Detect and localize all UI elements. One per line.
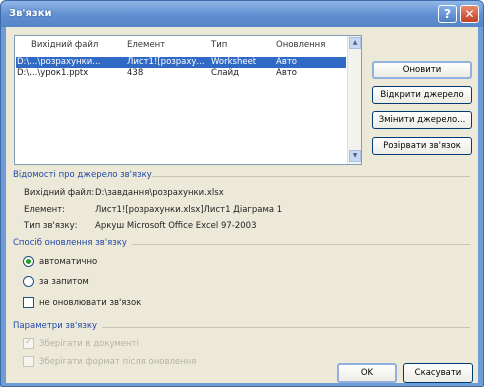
update-method-title: Спосіб оновлення зв'язку: [13, 238, 127, 248]
no-update-checkbox[interactable]: [23, 297, 34, 308]
dialog-body: Вихідний файл Елемент Тип Оновлення D:\.…: [6, 27, 478, 383]
link-params-divider: [102, 327, 470, 328]
update-method-divider: [132, 244, 470, 245]
dialog-title: Зв'язки: [9, 8, 52, 19]
links-dialog: Зв'язки ? ✕ Вихідний файл Елемент Тип Он…: [0, 0, 484, 387]
link-file: D:\...\урок1.pptx: [17, 68, 89, 78]
title-bar: Зв'язки ? ✕: [1, 1, 483, 27]
break-link-button[interactable]: Розірвати зв'язок: [372, 137, 472, 155]
link-type-value: Аркуш Microsoft Office Excel 97-2003: [95, 221, 257, 231]
link-type: Worksheet: [211, 57, 257, 67]
ok-button[interactable]: OK: [337, 363, 397, 383]
automatic-label[interactable]: автоматично: [39, 257, 97, 267]
save-in-document-checkbox[interactable]: [23, 337, 34, 349]
column-header-type[interactable]: Тип: [211, 40, 227, 50]
column-header-update[interactable]: Оновлення: [276, 40, 325, 50]
link-row[interactable]: D:\...\урок1.pptx 438 Слайд Авто: [16, 68, 346, 79]
change-source-button[interactable]: Змінити джерело...: [372, 111, 472, 129]
link-type-label: Тип зв'язку:: [24, 221, 78, 231]
update-now-button[interactable]: Оновити: [372, 61, 472, 79]
automatic-radio[interactable]: [23, 256, 34, 267]
column-header-source-file[interactable]: Вихідний файл: [31, 40, 98, 50]
scroll-down-icon[interactable]: ▼: [349, 150, 361, 162]
column-header-element[interactable]: Елемент: [127, 40, 165, 50]
link-element: Лист1![розраху...: [127, 57, 205, 67]
link-row[interactable]: D:\...\розрахунки... Лист1![розраху... W…: [16, 57, 346, 68]
save-format-label: Зберігати формат після оновлення: [39, 357, 197, 367]
source-info-title: Відомості про джерело зв'язку: [13, 170, 152, 180]
cancel-button[interactable]: Скасувати: [403, 363, 473, 383]
element-value: Лист1![розрахунки.xlsx]Лист1 Діаграма 1: [95, 205, 283, 215]
link-update: Авто: [276, 68, 297, 78]
source-file-value: D:\завдання\розрахунки.xlsx: [95, 188, 224, 198]
on-request-radio[interactable]: [23, 276, 34, 287]
save-format-checkbox[interactable]: [23, 356, 34, 367]
help-button[interactable]: ?: [438, 5, 457, 23]
link-file: D:\...\розрахунки...: [17, 57, 101, 67]
no-update-label[interactable]: не оновлювати зв'язок: [39, 298, 141, 308]
link-update: Авто: [276, 57, 297, 67]
list-header: Вихідний файл Елемент Тип Оновлення: [15, 36, 361, 52]
link-type: Слайд: [211, 68, 239, 78]
source-info-divider: [152, 176, 470, 177]
on-request-label[interactable]: за запитом: [39, 277, 89, 287]
save-in-document-label: Зберігати в документі: [39, 339, 139, 349]
list-scrollbar[interactable]: ▲ ▼: [347, 36, 361, 164]
element-label: Елемент:: [24, 205, 66, 215]
source-file-label: Вихідний файл:: [24, 188, 95, 198]
link-params-title: Параметри зв'язку: [13, 321, 98, 331]
open-source-button[interactable]: Відкрити джерело: [372, 86, 472, 104]
close-button[interactable]: ✕: [460, 5, 479, 23]
scroll-up-icon[interactable]: ▲: [349, 37, 361, 49]
link-element: 438: [127, 68, 144, 78]
links-listbox[interactable]: Вихідний файл Елемент Тип Оновлення D:\.…: [14, 35, 362, 165]
